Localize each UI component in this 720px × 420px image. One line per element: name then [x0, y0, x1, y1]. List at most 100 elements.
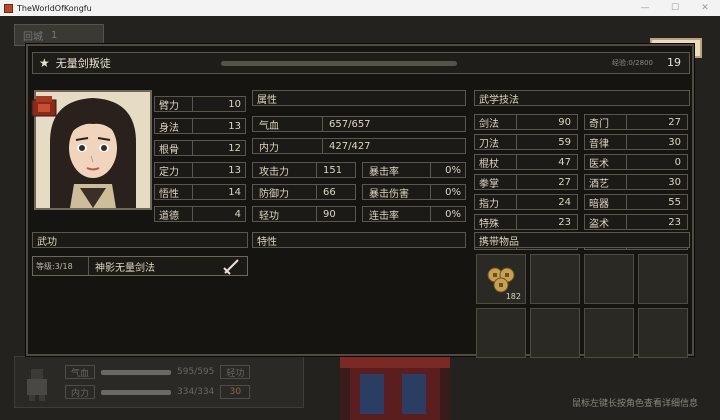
martial-skill-value: 0 — [674, 156, 681, 168]
base-stat-value: 14 — [228, 186, 241, 198]
rate-stat-value: 0% — [445, 164, 461, 176]
martial-skill-row: 医术 0 — [584, 154, 688, 170]
window-titlebar: TheWorldOfKongfu — ☐ ✕ — [0, 0, 720, 16]
martial-skill-row: 奇门 27 — [584, 114, 688, 130]
martial-skill-value: 59 — [558, 136, 571, 148]
martial-skill-value: 30 — [668, 176, 681, 188]
martial-skill-value: 24 — [558, 196, 571, 208]
martial-skill-row: 棍杖 47 — [474, 154, 578, 170]
inventory-slot[interactable] — [638, 308, 688, 358]
rate-stat-row: 暴击伤害 0% — [362, 184, 466, 200]
martial-skill-label: 音律 — [585, 135, 627, 150]
mp-row: 内力 427/427 — [252, 138, 466, 154]
inventory-slot[interactable]: 182 — [476, 254, 526, 304]
traits-header: 特性 — [252, 232, 466, 248]
base-stat-label: 悟性 — [155, 185, 193, 200]
character-name: 无量剑叛徒 — [55, 57, 111, 70]
rate-stat-value: 0% — [445, 208, 461, 220]
martial-skill-label: 奇门 — [585, 115, 627, 130]
inventory-slot[interactable] — [584, 308, 634, 358]
martial-skill-row: 指力 24 — [474, 194, 578, 210]
martial-skill-row: 特殊 23 — [474, 214, 578, 230]
inventory-header: 携带物品 — [474, 232, 690, 248]
martial-skill-value: 47 — [558, 156, 571, 168]
base-stat-row: 臂力 10 — [154, 96, 246, 112]
martial-skill-row: 暗器 55 — [584, 194, 688, 210]
base-stat-value: 13 — [228, 164, 241, 176]
martial-skill-label: 刀法 — [475, 135, 517, 150]
experience-text: 经验:0/2800 — [612, 59, 653, 67]
martial-skill-row: 拳掌 27 — [474, 174, 578, 190]
minimize-button[interactable]: — — [630, 0, 660, 16]
background-mp-value: 334/334 — [177, 387, 215, 397]
combat-stat-label: 攻击力 — [253, 163, 317, 178]
combat-stat-row: 防御力 66 — [252, 184, 356, 200]
base-stat-label: 定力 — [155, 163, 193, 178]
combat-stat-value: 66 — [323, 186, 336, 198]
martial-skill-value: 90 — [558, 116, 571, 128]
martial-skill-value: 23 — [668, 216, 681, 228]
wugong-slot[interactable]: 等级:3/18 神影无量剑法 — [32, 256, 248, 276]
background-topbar-num: 1 — [51, 29, 58, 41]
combat-stat-label: 防御力 — [253, 185, 317, 200]
martial-skill-row: 音律 30 — [584, 134, 688, 150]
martial-skill-value: 30 — [668, 136, 681, 148]
martial-skill-label: 盗术 — [585, 215, 627, 230]
wugong-level: 等级:3/18 — [33, 257, 89, 275]
martial-skills-header: 武学技法 — [474, 90, 690, 106]
base-stat-label: 根骨 — [155, 141, 193, 156]
base-stat-row: 定力 13 — [154, 162, 246, 178]
martial-skill-label: 特殊 — [475, 215, 517, 230]
inventory-slot[interactable] — [530, 254, 580, 304]
martial-skill-value: 55 — [668, 196, 681, 208]
base-stat-value: 12 — [228, 142, 241, 154]
inventory-slot[interactable] — [638, 254, 688, 304]
background-hp-label: 气血 — [65, 365, 95, 379]
martial-skill-label: 拳掌 — [475, 175, 517, 190]
combat-stat-row: 攻击力 151 — [252, 162, 356, 178]
character-header: ★ 无量剑叛徒 经验:0/2800 19 — [32, 52, 690, 74]
background-qinggong-value: 30 — [220, 385, 251, 399]
coins-count: 182 — [505, 292, 521, 301]
base-stat-label: 身法 — [155, 119, 193, 134]
background-qinggong-label: 轻功 — [220, 365, 251, 379]
game-viewport: 回城 1 气血 595/595 轻功 内力 334/334 30 鼠标左键长按角 — [0, 16, 720, 420]
base-stat-value: 4 — [234, 208, 241, 220]
inventory-slot[interactable] — [476, 308, 526, 358]
window-title: TheWorldOfKongfu — [17, 3, 92, 13]
inventory-slot[interactable] — [584, 254, 634, 304]
app-icon — [4, 3, 13, 13]
base-stat-value: 10 — [228, 98, 241, 110]
inventory-slot[interactable] — [530, 308, 580, 358]
rate-stat-row: 连击率 0% — [362, 206, 466, 222]
martial-skill-label: 暗器 — [585, 195, 627, 210]
hp-value: 657/657 — [329, 118, 371, 130]
wugong-name: 神影无量剑法 — [95, 262, 155, 274]
hp-row: 气血 657/657 — [252, 116, 466, 132]
rate-stat-value: 0% — [445, 186, 461, 198]
base-stat-row: 道德 4 — [154, 206, 246, 222]
sword-icon — [223, 259, 239, 275]
base-stat-label: 道德 — [155, 207, 193, 222]
background-character-icon — [27, 369, 47, 401]
character-panel: ★ 无量剑叛徒 经验:0/2800 19 臂力 10 身法 13 根骨 12 定… — [26, 44, 694, 358]
rate-stat-label: 暴击率 — [363, 163, 431, 178]
attributes-header: 属性 — [252, 90, 466, 106]
background-hp-value: 595/595 — [177, 367, 215, 377]
martial-skill-row: 酒艺 30 — [584, 174, 688, 190]
martial-skill-row: 剑法 90 — [474, 114, 578, 130]
window-close-button[interactable]: ✕ — [690, 0, 720, 16]
background-mp-bar — [101, 389, 171, 395]
base-stat-row: 根骨 12 — [154, 140, 246, 156]
martial-skill-row: 刀法 59 — [474, 134, 578, 150]
mp-label: 内力 — [253, 139, 323, 154]
base-stat-label: 臂力 — [155, 97, 193, 112]
rate-stat-label: 暴击伤害 — [363, 185, 431, 200]
background-mp-label: 内力 — [65, 385, 95, 399]
mp-value: 427/427 — [329, 140, 371, 152]
base-stat-row: 身法 13 — [154, 118, 246, 134]
maximize-button[interactable]: ☐ — [660, 0, 690, 16]
martial-skill-label: 剑法 — [475, 115, 517, 130]
background-topbar-text: 回城 — [23, 31, 43, 43]
background-hint-text: 鼠标左键长按角色查看详细信息 — [571, 399, 698, 409]
